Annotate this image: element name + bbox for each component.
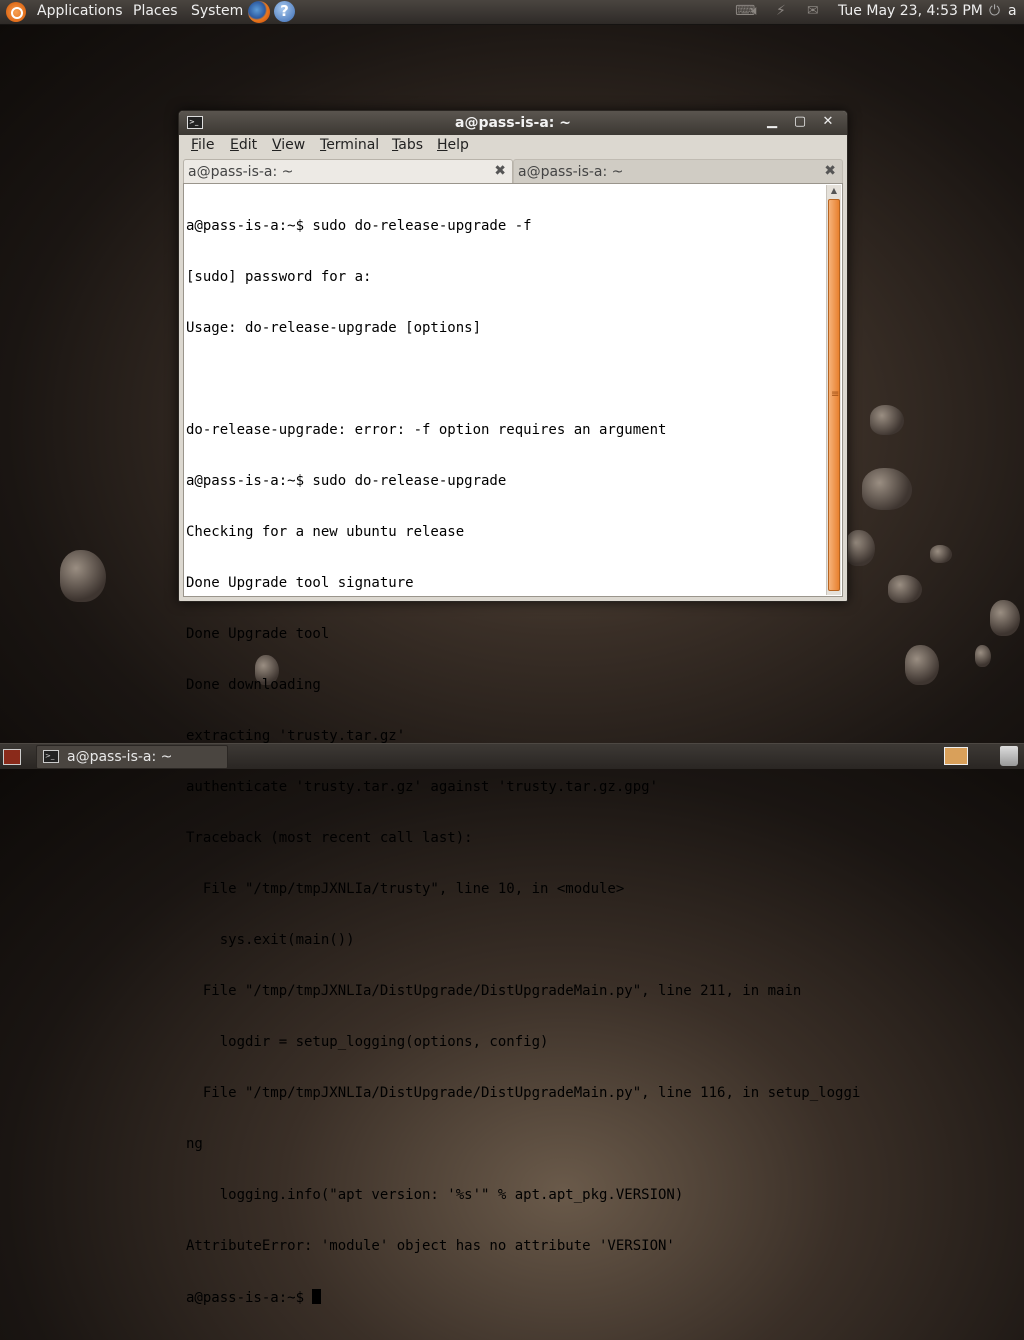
terminal-line: File "/tmp/tmpJXNLIa/DistUpgrade/DistUpg… bbox=[186, 1085, 861, 1101]
maximize-icon[interactable]: ▢ bbox=[791, 113, 809, 131]
menu-file[interactable]: File bbox=[191, 137, 214, 153]
wallpaper-rock bbox=[930, 545, 952, 563]
terminal-line: Done downloading bbox=[186, 677, 321, 693]
grip-icon: ≡ bbox=[831, 389, 840, 400]
menu-terminal[interactable]: Terminal bbox=[320, 137, 379, 153]
applications-menu[interactable]: Applications bbox=[37, 3, 123, 19]
terminal-line: a@pass-is-a:~$ sudo do-release-upgrade bbox=[186, 473, 507, 489]
terminal-window: >_ a@pass-is-a: ~ ▁ ▢ ✕ File Edit View T… bbox=[178, 110, 860, 1306]
terminal-line: File "/tmp/tmpJXNLIa/trusty", line 10, i… bbox=[186, 881, 625, 897]
menu-file-rest: ile bbox=[198, 137, 215, 153]
terminal-line: File "/tmp/tmpJXNLIa/DistUpgrade/DistUpg… bbox=[186, 983, 802, 999]
firefox-icon[interactable] bbox=[248, 1, 270, 23]
terminal-line: Done Upgrade tool signature bbox=[186, 575, 414, 591]
tab-label: a@pass-is-a: ~ bbox=[188, 164, 294, 180]
scrollbar-thumb[interactable]: ≡ bbox=[828, 199, 840, 591]
window-titlebar[interactable]: >_ a@pass-is-a: ~ ▁ ▢ ✕ bbox=[179, 111, 847, 135]
menu-file-mnemonic: F bbox=[191, 137, 199, 153]
power-icon[interactable]: ⏻ bbox=[989, 3, 1000, 19]
terminal-line: Usage: do-release-upgrade [options] bbox=[186, 320, 482, 336]
menu-edit-mnemonic: E bbox=[230, 137, 239, 153]
minimize-icon[interactable]: ▁ bbox=[763, 113, 781, 131]
places-menu[interactable]: Places bbox=[133, 3, 178, 19]
ubuntu-logo-icon[interactable] bbox=[6, 2, 26, 22]
taskbar-window-label: a@pass-is-a: ~ bbox=[67, 749, 173, 765]
wallpaper-rock bbox=[905, 645, 939, 685]
tab-terminal-2[interactable]: a@pass-is-a: ~ ✖ bbox=[513, 159, 843, 185]
terminal-line: [sudo] password for a: bbox=[186, 269, 372, 285]
top-panel: Applications Places System ? ⌨ 🔈︎ ⚡︎ ✉ T… bbox=[0, 0, 1024, 25]
menu-help[interactable]: Help bbox=[437, 137, 469, 153]
workspace-icon[interactable] bbox=[944, 747, 968, 765]
show-desktop-icon[interactable] bbox=[3, 749, 21, 765]
terminal-line: Done Upgrade tool bbox=[186, 626, 330, 642]
wallpaper-rock bbox=[60, 550, 106, 602]
network-icon[interactable]: ⚡︎ bbox=[776, 3, 786, 19]
volume-icon[interactable]: 🔈︎ bbox=[752, 3, 760, 19]
tab-label: a@pass-is-a: ~ bbox=[518, 164, 624, 180]
wallpaper-rock bbox=[888, 575, 922, 603]
terminal-prompt: a@pass-is-a:~$ bbox=[186, 1290, 313, 1306]
vertical-scrollbar[interactable]: ▲ ≡ bbox=[826, 185, 841, 595]
menu-view-rest: iew bbox=[281, 137, 306, 153]
menu-tabs[interactable]: Tabs bbox=[392, 137, 423, 153]
terminal-prompt-line: a@pass-is-a:~$ bbox=[186, 1289, 826, 1306]
menu-help-rest: elp bbox=[447, 137, 469, 153]
tab-bar: a@pass-is-a: ~ ✖ a@pass-is-a: ~ ✖ bbox=[183, 159, 843, 185]
help-icon[interactable]: ? bbox=[274, 1, 295, 22]
wallpaper-rock bbox=[862, 468, 912, 510]
menu-view[interactable]: View bbox=[272, 137, 305, 153]
wallpaper-rock bbox=[870, 405, 904, 435]
terminal-line: authenticate 'trusty.tar.gz' against 'tr… bbox=[186, 779, 659, 795]
system-menu[interactable]: System bbox=[191, 3, 243, 19]
menu-help-mnemonic: H bbox=[437, 137, 448, 153]
menu-tabs-rest: abs bbox=[398, 137, 423, 153]
window-title: a@pass-is-a: ~ bbox=[455, 115, 571, 131]
terminal-icon: >_ bbox=[43, 750, 59, 763]
tab-terminal-1[interactable]: a@pass-is-a: ~ ✖ bbox=[183, 159, 513, 184]
bottom-panel: >_ a@pass-is-a: ~ bbox=[0, 743, 1024, 769]
terminal-line: logging.info("apt version: '%s'" % apt.a… bbox=[186, 1187, 684, 1203]
tab-close-icon[interactable]: ✖ bbox=[494, 163, 506, 179]
clock[interactable]: Tue May 23, 4:53 PM bbox=[838, 3, 983, 19]
menu-terminal-rest: erminal bbox=[326, 137, 380, 153]
menu-view-mnemonic: V bbox=[272, 137, 282, 153]
terminal-line: Traceback (most recent call last): bbox=[186, 830, 473, 846]
wallpaper-rock bbox=[845, 530, 875, 566]
terminal-line: AttributeError: 'module' object has no a… bbox=[186, 1238, 675, 1254]
close-icon[interactable]: ✕ bbox=[819, 113, 837, 131]
wallpaper-rock bbox=[990, 600, 1020, 636]
wallpaper-rock bbox=[975, 645, 991, 667]
terminal-line: sys.exit(main()) bbox=[186, 932, 355, 948]
taskbar-window-button[interactable]: >_ a@pass-is-a: ~ bbox=[36, 745, 228, 769]
terminal-line: Checking for a new ubuntu release bbox=[186, 524, 465, 540]
terminal-line: do-release-upgrade: error: -f option req… bbox=[186, 422, 667, 438]
scroll-up-icon[interactable]: ▲ bbox=[828, 186, 840, 198]
menu-edit-rest: dit bbox=[238, 137, 258, 153]
terminal-output-area[interactable]: a@pass-is-a:~$ sudo do-release-upgrade -… bbox=[183, 183, 860, 1306]
terminal-line: a@pass-is-a:~$ sudo do-release-upgrade -… bbox=[186, 218, 532, 234]
menu-edit[interactable]: Edit bbox=[230, 137, 257, 153]
user-menu[interactable]: a bbox=[1008, 3, 1017, 19]
menubar: File Edit View Terminal Tabs Help bbox=[179, 135, 847, 157]
text-cursor bbox=[312, 1289, 322, 1304]
mail-icon[interactable]: ✉ bbox=[807, 3, 819, 19]
terminal-line: ng bbox=[186, 1136, 203, 1152]
tab-close-icon[interactable]: ✖ bbox=[824, 163, 836, 179]
terminal-line: logdir = setup_logging(options, config) bbox=[186, 1034, 549, 1050]
trash-icon[interactable] bbox=[1000, 746, 1018, 766]
